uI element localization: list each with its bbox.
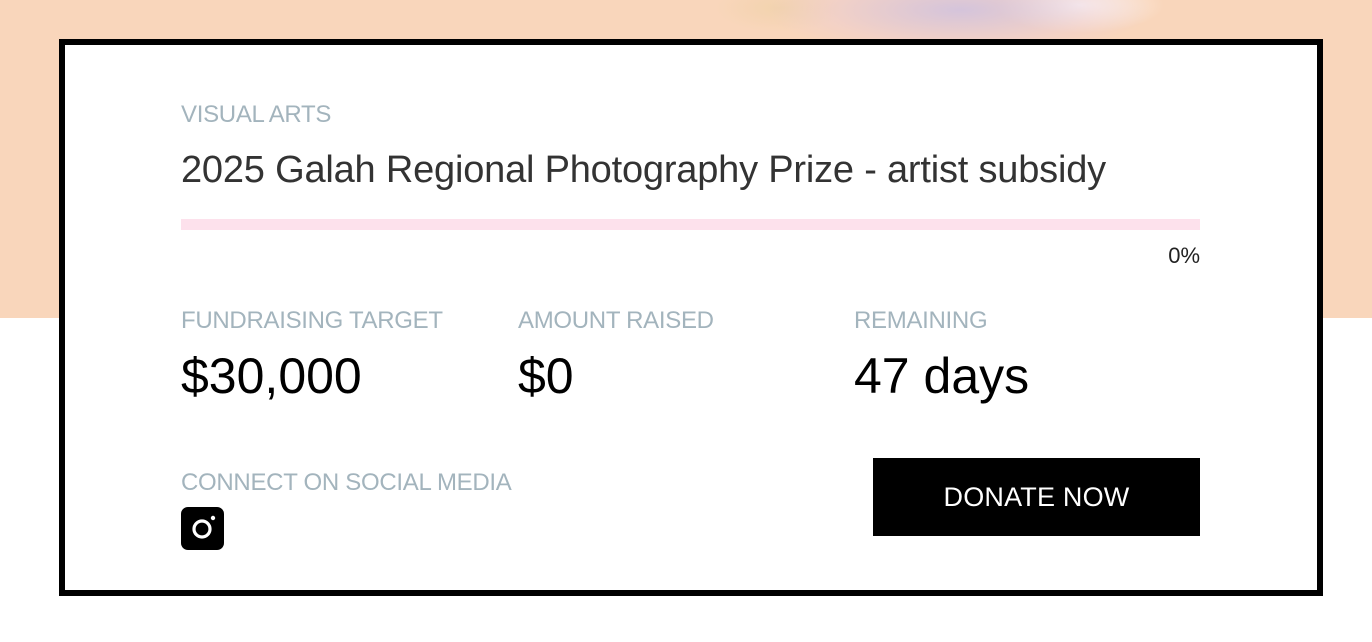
- instagram-glyph: [192, 515, 216, 539]
- donate-now-button[interactable]: DONATE NOW: [873, 458, 1200, 536]
- progress-bar: [181, 219, 1200, 230]
- remaining-label: REMAINING: [854, 307, 988, 334]
- instagram-icon[interactable]: [181, 507, 224, 550]
- amount-raised-value: $0: [518, 348, 574, 404]
- campaign-category: VISUAL ARTS: [181, 101, 332, 128]
- campaign-title: 2025 Galah Regional Photography Prize - …: [181, 149, 1106, 191]
- fundraising-target-label: FUNDRAISING TARGET: [181, 307, 443, 334]
- progress-percent: 0%: [1168, 243, 1200, 268]
- social-media-label: CONNECT ON SOCIAL MEDIA: [181, 469, 512, 496]
- remaining-value: 47 days: [854, 348, 1030, 404]
- amount-raised-label: AMOUNT RAISED: [518, 307, 714, 334]
- campaign-card: VISUAL ARTS 2025 Galah Regional Photogra…: [59, 39, 1323, 596]
- fundraising-target-value: $30,000: [181, 348, 362, 404]
